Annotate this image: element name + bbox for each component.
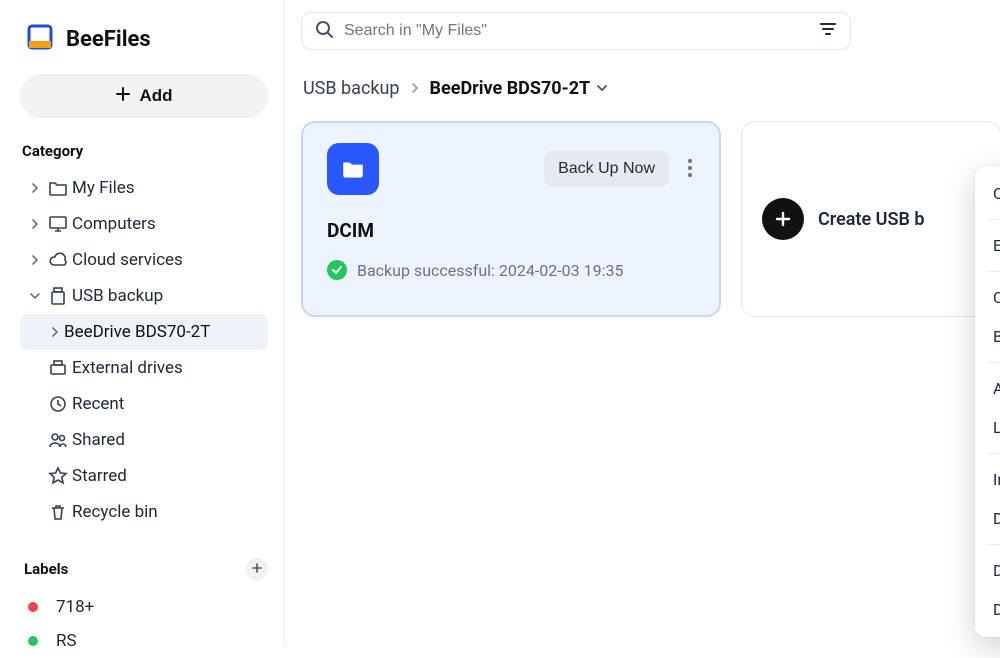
plus-icon	[115, 86, 131, 107]
card-status: Backup successful: 2024-02-03 19:35	[327, 260, 699, 280]
main-content: USB backup BeeDrive BDS70-2T Back Up Now	[285, 0, 1000, 646]
add-label-button[interactable]	[246, 558, 268, 580]
sidebar-item-label: Recycle bin	[72, 502, 158, 522]
labels-title: Labels	[22, 560, 68, 578]
sidebar-item-my-files[interactable]: My Files	[20, 170, 268, 206]
menu-item-delete[interactable]: Delete	[975, 590, 1000, 629]
star-icon	[44, 466, 72, 486]
menu-item-information[interactable]: Information	[975, 460, 1000, 499]
label-name: 718+	[56, 597, 94, 617]
labels-list: 718+ RS	[20, 590, 268, 658]
sidebar-item-label: Starred	[72, 466, 127, 486]
chevron-right-icon	[26, 183, 44, 193]
brand-logo-icon	[26, 22, 56, 56]
sidebar-item-external-drives[interactable]: External drives	[20, 350, 268, 386]
folder-badge-icon	[327, 143, 379, 195]
search-input[interactable]	[344, 22, 808, 40]
check-circle-icon	[327, 260, 347, 280]
sidebar-item-label: Cloud services	[72, 250, 183, 270]
chevron-right-icon	[26, 219, 44, 229]
menu-item-add-star[interactable]: Add star	[975, 369, 1000, 408]
chevron-down-icon	[596, 78, 608, 99]
menu-item-label: Labels	[993, 418, 1000, 437]
label-item[interactable]: 718+	[20, 590, 268, 624]
plus-circle-icon	[762, 198, 804, 240]
sidebar-item-usb-backup[interactable]: USB backup	[20, 278, 268, 314]
category-title: Category	[20, 142, 268, 160]
more-vertical-icon	[687, 166, 693, 181]
add-button-label: Add	[139, 86, 172, 106]
backup-card[interactable]: Back Up Now DCIM Backup successful: 2024…	[301, 121, 721, 317]
category-nav: My Files Computers Cloud services USB ba…	[20, 170, 268, 530]
sidebar-item-recent[interactable]: Recent	[20, 386, 268, 422]
sidebar-item-label: My Files	[72, 178, 135, 198]
sidebar-item-label: USB backup	[72, 286, 163, 306]
chevron-right-icon	[410, 78, 420, 99]
label-color-dot	[28, 602, 38, 612]
sidebar-item-label: Computers	[72, 214, 156, 234]
plus-icon	[251, 562, 263, 577]
label-item[interactable]: RS	[20, 624, 268, 658]
brand: BeeFiles	[26, 22, 264, 56]
create-card-label: Create USB b	[818, 209, 924, 230]
menu-item-labels[interactable]: Labels	[975, 408, 1000, 447]
brand-name: BeeFiles	[66, 27, 151, 52]
chevron-right-icon	[26, 255, 44, 265]
chevron-right-icon	[46, 327, 64, 337]
people-icon	[44, 430, 72, 450]
label-color-dot	[28, 636, 38, 646]
sidebar-item-label: External drives	[72, 358, 183, 378]
sidebar-item-label: Recent	[72, 394, 124, 414]
sidebar-item-label: Shared	[72, 430, 125, 450]
more-options-button[interactable]	[681, 152, 699, 187]
drive-icon	[44, 358, 72, 378]
breadcrumb-parent[interactable]: USB backup	[303, 78, 400, 99]
sidebar-item-beedrive[interactable]: BeeDrive BDS70-2T	[20, 314, 268, 350]
sidebar-item-computers[interactable]: Computers	[20, 206, 268, 242]
menu-item-enable-sharing[interactable]: Enable sharing link	[975, 226, 1000, 265]
chevron-down-icon	[26, 291, 44, 301]
label-name: RS	[56, 631, 77, 651]
status-text: Backup successful: 2024-02-03 19:35	[357, 261, 623, 280]
clock-icon	[44, 394, 72, 414]
breadcrumb-current-label: BeeDrive BDS70-2T	[430, 78, 591, 99]
sidebar-item-recycle-bin[interactable]: Recycle bin	[20, 494, 268, 530]
card-title: DCIM	[327, 219, 699, 242]
search-icon	[314, 19, 334, 43]
menu-item-disable-backup[interactable]: Disable backup	[975, 551, 1000, 590]
filter-icon[interactable]	[818, 19, 838, 43]
menu-item-copy-to[interactable]: Copy to	[975, 278, 1000, 317]
breadcrumb-current[interactable]: BeeDrive BDS70-2T	[430, 78, 609, 99]
context-menu: Open Enable sharing link Copy to Backup …	[975, 166, 1000, 637]
cloud-icon	[44, 250, 72, 270]
sidebar: BeeFiles Add Category My Files Computers	[0, 0, 285, 646]
sidebar-item-cloud-services[interactable]: Cloud services	[20, 242, 268, 278]
trash-icon	[44, 502, 72, 522]
usb-icon	[44, 286, 72, 306]
monitor-icon	[44, 214, 72, 234]
create-usb-backup-card[interactable]: Create USB b	[741, 121, 1000, 317]
folder-icon	[44, 178, 72, 198]
menu-item-backup-settings[interactable]: Backup settings	[975, 317, 1000, 356]
sidebar-item-shared[interactable]: Shared	[20, 422, 268, 458]
sidebar-item-label: BeeDrive BDS70-2T	[64, 322, 210, 342]
breadcrumb: USB backup BeeDrive BDS70-2T	[303, 78, 1000, 99]
add-button[interactable]: Add	[20, 74, 268, 118]
sidebar-item-starred[interactable]: Starred	[20, 458, 268, 494]
backup-now-button[interactable]: Back Up Now	[544, 151, 669, 187]
menu-item-download[interactable]: Download	[975, 499, 1000, 538]
search-bar[interactable]	[301, 12, 851, 50]
menu-item-open[interactable]: Open	[975, 174, 1000, 213]
